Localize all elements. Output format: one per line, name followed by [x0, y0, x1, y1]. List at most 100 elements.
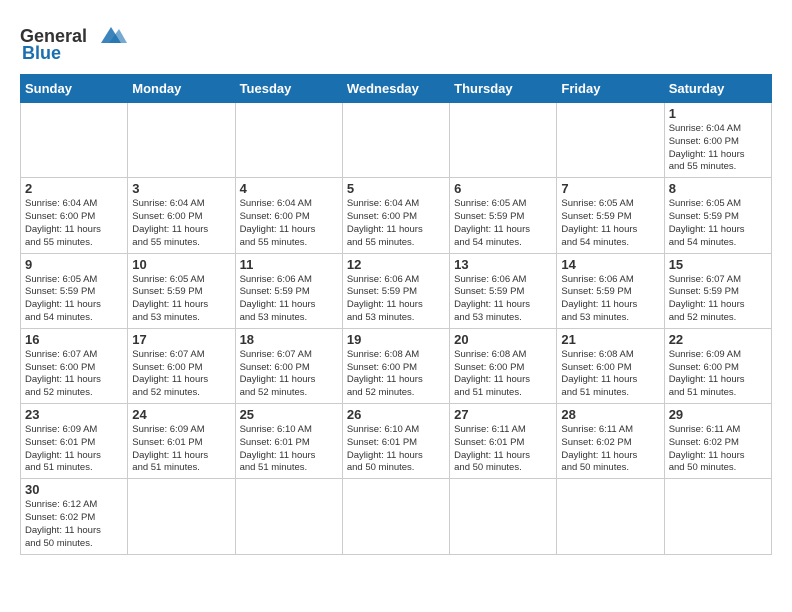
- calendar-cell: [235, 479, 342, 554]
- day-info: Sunrise: 6:11 AM Sunset: 6:02 PM Dayligh…: [669, 424, 767, 475]
- logo: General Blue: [20, 20, 129, 64]
- calendar-cell: 30 Sunrise: 6:12 AM Sunset: 6:02 PM Dayli…: [21, 479, 128, 554]
- calendar-cell: 22 Sunrise: 6:09 AM Sunset: 6:00 PM Dayli…: [664, 328, 771, 403]
- calendar-week-row: 2 Sunrise: 6:04 AM Sunset: 6:00 PM Daylig…: [21, 178, 772, 253]
- calendar-cell: 24 Sunrise: 6:09 AM Sunset: 6:01 PM Dayli…: [128, 404, 235, 479]
- day-info: Sunrise: 6:04 AM Sunset: 6:00 PM Dayligh…: [240, 198, 338, 249]
- calendar-cell: 23Sunrise: 6:09 AM Sunset: 6:01 PM Dayli…: [21, 404, 128, 479]
- calendar-cell: 9 Sunrise: 6:05 AM Sunset: 5:59 PM Daylig…: [21, 253, 128, 328]
- day-info: Sunrise: 6:04 AM Sunset: 6:00 PM Dayligh…: [669, 123, 767, 174]
- day-info: Sunrise: 6:06 AM Sunset: 5:59 PM Dayligh…: [347, 274, 445, 325]
- day-number: 12: [347, 257, 445, 272]
- day-number: 6: [454, 181, 552, 196]
- day-info: Sunrise: 6:11 AM Sunset: 6:02 PM Dayligh…: [561, 424, 659, 475]
- calendar-cell: 17Sunrise: 6:07 AM Sunset: 6:00 PM Dayli…: [128, 328, 235, 403]
- day-info: Sunrise: 6:04 AM Sunset: 6:00 PM Dayligh…: [25, 198, 123, 249]
- calendar-week-row: 1 Sunrise: 6:04 AM Sunset: 6:00 PM Daylig…: [21, 103, 772, 178]
- day-number: 1: [669, 106, 767, 121]
- weekday-header-sunday: Sunday: [21, 75, 128, 103]
- day-info: Sunrise: 6:05 AM Sunset: 5:59 PM Dayligh…: [561, 198, 659, 249]
- page-header: General Blue: [20, 20, 772, 64]
- day-number: 20: [454, 332, 552, 347]
- calendar-cell: 5 Sunrise: 6:04 AM Sunset: 6:00 PM Daylig…: [342, 178, 449, 253]
- day-info: Sunrise: 6:09 AM Sunset: 6:00 PM Dayligh…: [669, 349, 767, 400]
- calendar-cell: [235, 103, 342, 178]
- calendar-cell: 26 Sunrise: 6:10 AM Sunset: 6:01 PM Dayli…: [342, 404, 449, 479]
- day-info: Sunrise: 6:05 AM Sunset: 5:59 PM Dayligh…: [669, 198, 767, 249]
- calendar-cell: 18Sunrise: 6:07 AM Sunset: 6:00 PM Dayli…: [235, 328, 342, 403]
- calendar-cell: 6 Sunrise: 6:05 AM Sunset: 5:59 PM Daylig…: [450, 178, 557, 253]
- day-number: 3: [132, 181, 230, 196]
- day-number: 10: [132, 257, 230, 272]
- day-number: 13: [454, 257, 552, 272]
- calendar-cell: [21, 103, 128, 178]
- day-number: 30: [25, 482, 123, 497]
- calendar-cell: 13 Sunrise: 6:06 AM Sunset: 5:59 PM Dayli…: [450, 253, 557, 328]
- day-info: Sunrise: 6:06 AM Sunset: 5:59 PM Dayligh…: [454, 274, 552, 325]
- day-number: 27: [454, 407, 552, 422]
- weekday-header-monday: Monday: [128, 75, 235, 103]
- day-info: Sunrise: 6:06 AM Sunset: 5:59 PM Dayligh…: [561, 274, 659, 325]
- calendar-cell: 29 Sunrise: 6:11 AM Sunset: 6:02 PM Dayli…: [664, 404, 771, 479]
- weekday-header-friday: Friday: [557, 75, 664, 103]
- day-number: 21: [561, 332, 659, 347]
- calendar-cell: 14 Sunrise: 6:06 AM Sunset: 5:59 PM Dayli…: [557, 253, 664, 328]
- calendar-cell: 20 Sunrise: 6:08 AM Sunset: 6:00 PM Dayli…: [450, 328, 557, 403]
- calendar-week-row: 30 Sunrise: 6:12 AM Sunset: 6:02 PM Dayli…: [21, 479, 772, 554]
- day-number: 11: [240, 257, 338, 272]
- calendar-cell: 21Sunrise: 6:08 AM Sunset: 6:00 PM Dayli…: [557, 328, 664, 403]
- calendar-cell: [128, 479, 235, 554]
- day-number: 16: [25, 332, 123, 347]
- day-info: Sunrise: 6:12 AM Sunset: 6:02 PM Dayligh…: [25, 499, 123, 550]
- day-number: 29: [669, 407, 767, 422]
- calendar-cell: 7 Sunrise: 6:05 AM Sunset: 5:59 PM Daylig…: [557, 178, 664, 253]
- day-number: 2: [25, 181, 123, 196]
- day-number: 24: [132, 407, 230, 422]
- day-number: 22: [669, 332, 767, 347]
- day-number: 14: [561, 257, 659, 272]
- calendar-week-row: 23 Sunrise: 6:09 AM Sunset: 6:01 PM Dayli…: [21, 404, 772, 479]
- weekday-header-row: SundayMondayTuesdayWednesdayThursdayFrid…: [21, 75, 772, 103]
- calendar-cell: 12 Sunrise: 6:06 AM Sunset: 5:59 PM Dayli…: [342, 253, 449, 328]
- day-info: Sunrise: 6:08 AM Sunset: 6:00 PM Dayligh…: [347, 349, 445, 400]
- weekday-header-wednesday: Wednesday: [342, 75, 449, 103]
- day-number: 5: [347, 181, 445, 196]
- day-number: 9: [25, 257, 123, 272]
- calendar-cell: [450, 479, 557, 554]
- day-number: 7: [561, 181, 659, 196]
- day-info: Sunrise: 6:05 AM Sunset: 5:59 PM Dayligh…: [454, 198, 552, 249]
- logo-bird-icon: [91, 25, 129, 47]
- day-info: Sunrise: 6:05 AM Sunset: 5:59 PM Dayligh…: [25, 274, 123, 325]
- calendar-cell: [450, 103, 557, 178]
- day-number: 26: [347, 407, 445, 422]
- day-number: 23: [25, 407, 123, 422]
- calendar-cell: 8 Sunrise: 6:05 AM Sunset: 5:59 PM Daylig…: [664, 178, 771, 253]
- calendar-week-row: 9 Sunrise: 6:05 AM Sunset: 5:59 PM Daylig…: [21, 253, 772, 328]
- day-number: 17: [132, 332, 230, 347]
- calendar-cell: 25Sunrise: 6:10 AM Sunset: 6:01 PM Dayli…: [235, 404, 342, 479]
- weekday-header-tuesday: Tuesday: [235, 75, 342, 103]
- day-info: Sunrise: 6:07 AM Sunset: 6:00 PM Dayligh…: [240, 349, 338, 400]
- day-info: Sunrise: 6:09 AM Sunset: 6:01 PM Dayligh…: [132, 424, 230, 475]
- calendar-cell: 28 Sunrise: 6:11 AM Sunset: 6:02 PM Dayli…: [557, 404, 664, 479]
- day-info: Sunrise: 6:07 AM Sunset: 5:59 PM Dayligh…: [669, 274, 767, 325]
- day-number: 28: [561, 407, 659, 422]
- calendar-cell: [557, 479, 664, 554]
- day-info: Sunrise: 6:04 AM Sunset: 6:00 PM Dayligh…: [347, 198, 445, 249]
- calendar-cell: [128, 103, 235, 178]
- calendar-week-row: 16 Sunrise: 6:07 AM Sunset: 6:00 PM Dayli…: [21, 328, 772, 403]
- calendar-cell: [342, 103, 449, 178]
- day-info: Sunrise: 6:08 AM Sunset: 6:00 PM Dayligh…: [454, 349, 552, 400]
- day-info: Sunrise: 6:11 AM Sunset: 6:01 PM Dayligh…: [454, 424, 552, 475]
- day-number: 8: [669, 181, 767, 196]
- day-number: 4: [240, 181, 338, 196]
- calendar-cell: 2 Sunrise: 6:04 AM Sunset: 6:00 PM Daylig…: [21, 178, 128, 253]
- day-info: Sunrise: 6:10 AM Sunset: 6:01 PM Dayligh…: [347, 424, 445, 475]
- calendar-cell: 16Sunrise: 6:07 AM Sunset: 6:00 PM Dayli…: [21, 328, 128, 403]
- calendar-cell: [664, 479, 771, 554]
- day-number: 25: [240, 407, 338, 422]
- day-info: Sunrise: 6:06 AM Sunset: 5:59 PM Dayligh…: [240, 274, 338, 325]
- calendar-cell: 10Sunrise: 6:05 AM Sunset: 5:59 PM Dayli…: [128, 253, 235, 328]
- weekday-header-thursday: Thursday: [450, 75, 557, 103]
- calendar-table: SundayMondayTuesdayWednesdayThursdayFrid…: [20, 74, 772, 555]
